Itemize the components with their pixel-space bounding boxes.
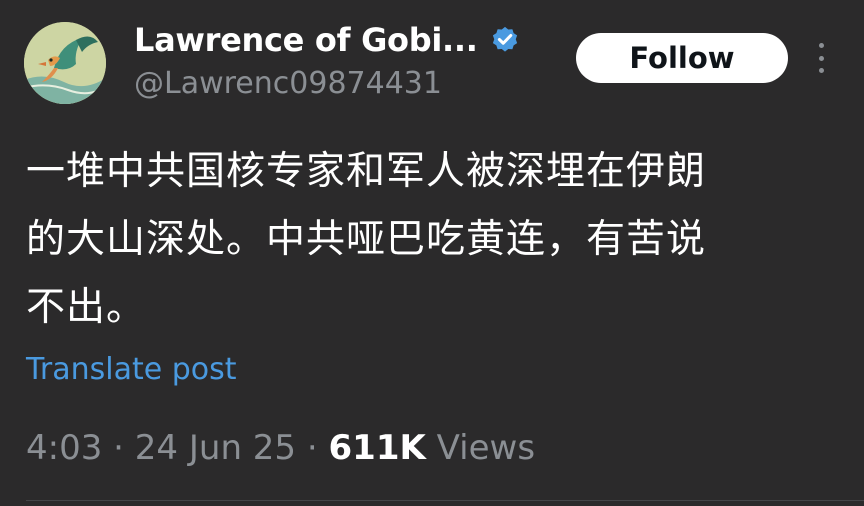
post-time[interactable]: 4:03 [26,428,102,468]
translate-post-link[interactable]: Translate post [26,352,237,387]
author-avatar[interactable] [24,22,106,104]
author-handle[interactable]: @Lawrenc09874431 [134,66,442,101]
follow-button[interactable]: Follow [576,33,788,83]
bird-illustration-avatar-icon [24,22,106,104]
post-meta: 4:03 · 24 Jun 25 · 611K Views [26,428,535,468]
verified-badge-icon [492,26,517,52]
more-options-button[interactable] [808,40,834,76]
post-text-line: 不出。 [26,285,147,330]
ellipsis-dot [818,55,824,61]
meta-separator: · [113,428,124,468]
views-count: 611K [328,428,426,468]
post-text-line: 一堆中共国核专家和军人被深埋在伊朗 [26,149,707,194]
vertical-ellipsis-icon [818,43,824,48]
views-label: Views [436,428,536,468]
post-date[interactable]: 24 Jun 25 [135,428,296,468]
post-text: 一堆中共国核专家和军人被深埋在伊朗 的大山深处。中共哑巴吃黄连，有苦说 不出。 [26,138,826,342]
post-text-line: 的大山深处。中共哑巴吃黄连，有苦说 [26,217,707,262]
author-display-name[interactable]: Lawrence of Gobi... [134,21,478,59]
ellipsis-dot [818,68,824,73]
author-name-row: Lawrence of Gobi... [134,14,520,66]
meta-separator: · [306,428,318,468]
divider [26,500,864,501]
